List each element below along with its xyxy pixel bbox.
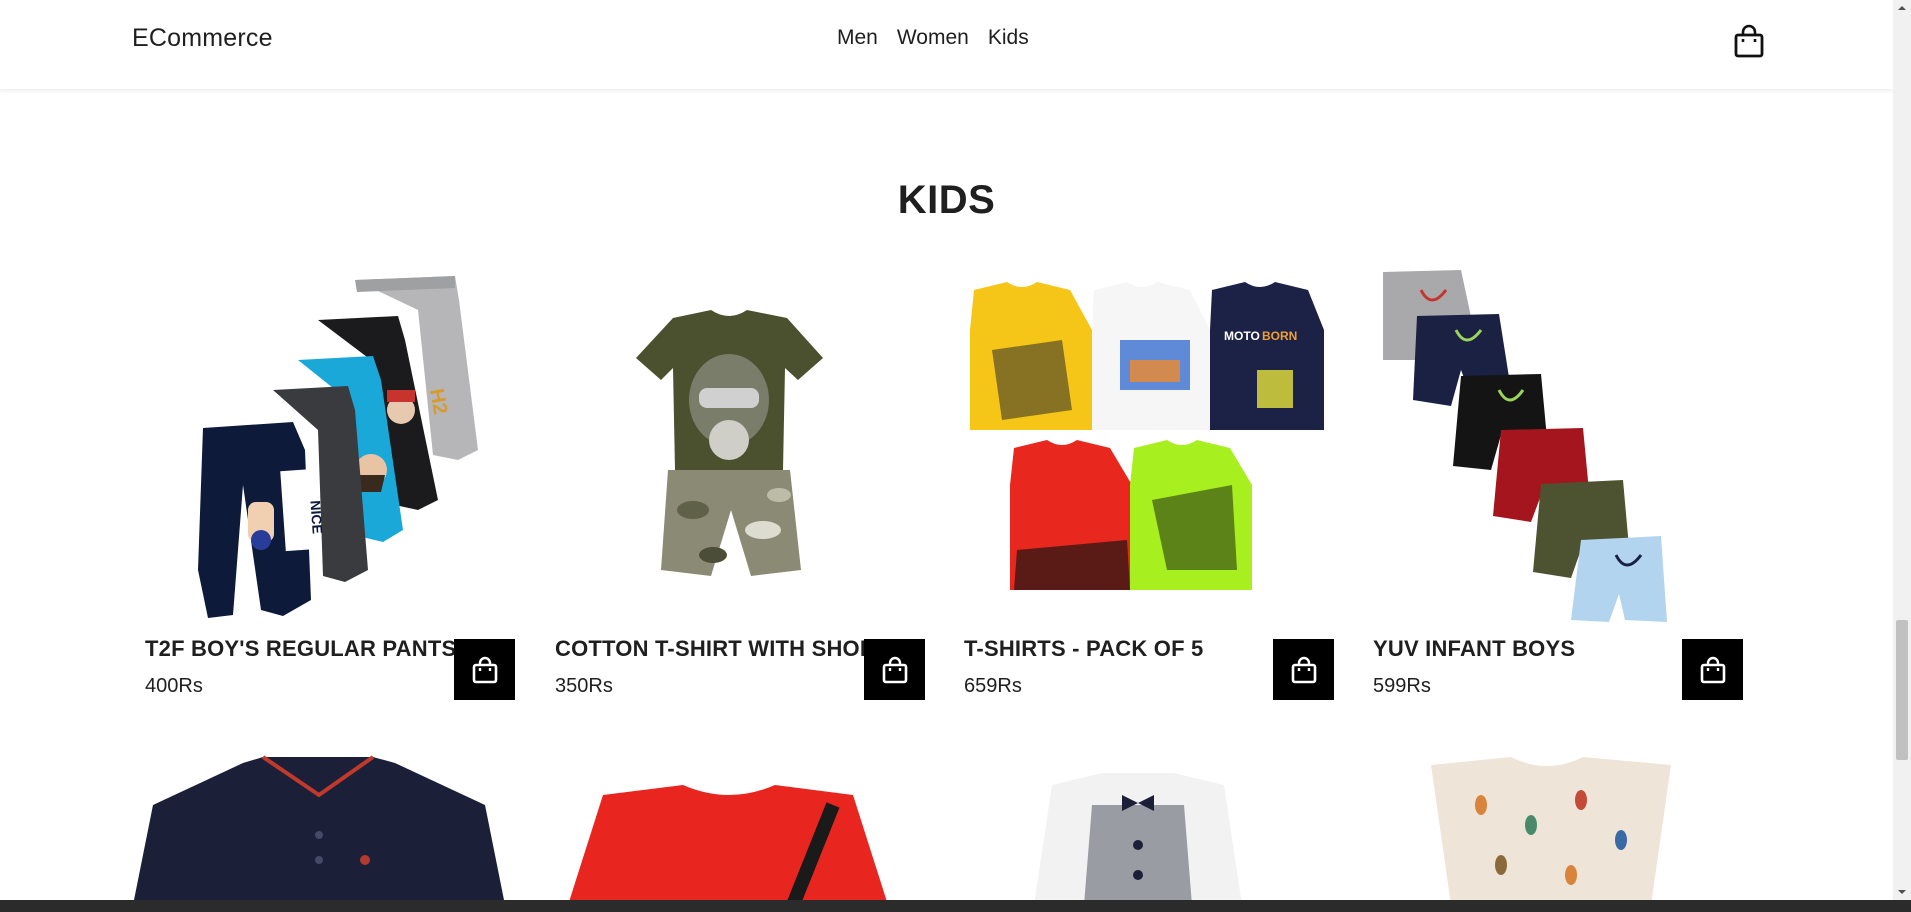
add-to-cart-button[interactable]: [1273, 639, 1334, 700]
svg-text:MOTO: MOTO: [1224, 329, 1260, 343]
site-header: ECommerce Men Women Kids: [0, 0, 1893, 89]
section-title: KIDS: [897, 178, 996, 222]
scrollbar-thumb[interactable]: [1896, 620, 1908, 760]
nav-link-women[interactable]: Women: [897, 26, 969, 50]
scroll-up-icon[interactable]: [1893, 0, 1911, 16]
product-image[interactable]: [1361, 270, 1733, 622]
product-image[interactable]: [543, 270, 915, 622]
product-price: 350Rs: [555, 675, 613, 697]
page: ECommerce Men Women Kids KIDS H2 NICE T2…: [0, 0, 1893, 900]
product-image[interactable]: [543, 745, 915, 900]
cart-button[interactable]: [1733, 24, 1765, 58]
brand-logo[interactable]: ECommerce: [132, 24, 273, 53]
product-image[interactable]: H2 NICE: [133, 270, 505, 622]
product-card[interactable]: H2 NICE T2F BOY'S REGULAR PANTS 400Rs: [133, 270, 515, 710]
shopping-bag-icon: [882, 656, 907, 683]
product-image[interactable]: [952, 745, 1324, 900]
svg-text:H2: H2: [425, 387, 451, 416]
product-card[interactable]: [1361, 745, 1733, 900]
nav-link-kids[interactable]: Kids: [988, 26, 1029, 50]
product-card[interactable]: COTTON T-SHIRT WITH SHORTS 350Rs: [543, 270, 925, 710]
shopping-bag-icon: [1291, 656, 1316, 683]
product-name[interactable]: T-SHIRTS - PACK OF 5: [964, 636, 1204, 662]
product-image[interactable]: MOTO BORN: [952, 270, 1324, 622]
product-price: 599Rs: [1373, 675, 1431, 697]
product-price: 400Rs: [145, 675, 203, 697]
svg-text:NICE: NICE: [307, 500, 325, 534]
taskbar: [0, 900, 1911, 912]
shopping-bag-icon: [472, 656, 497, 683]
product-card[interactable]: [543, 745, 915, 900]
product-card[interactable]: [952, 745, 1324, 900]
product-name[interactable]: YUV INFANT BOYS: [1373, 636, 1575, 662]
product-card[interactable]: YUV INFANT BOYS 599Rs: [1361, 270, 1743, 710]
product-price: 659Rs: [964, 675, 1022, 697]
shopping-bag-icon: [1700, 656, 1725, 683]
product-image[interactable]: [1361, 745, 1733, 900]
vertical-scrollbar[interactable]: [1893, 0, 1911, 900]
product-name[interactable]: COTTON T-SHIRT WITH SHORTS: [555, 636, 904, 662]
svg-text:BORN: BORN: [1262, 329, 1297, 343]
add-to-cart-button[interactable]: [864, 639, 925, 700]
product-card[interactable]: MOTO BORN T-SHIRTS - PACK OF 5 659Rs: [952, 270, 1334, 710]
nav-link-men[interactable]: Men: [837, 26, 878, 50]
product-image[interactable]: [133, 745, 505, 900]
scroll-down-icon[interactable]: [1893, 884, 1911, 900]
product-card[interactable]: [133, 745, 505, 900]
product-name[interactable]: T2F BOY'S REGULAR PANTS: [145, 636, 456, 662]
shopping-bag-icon: [1734, 24, 1764, 58]
main-nav: Men Women Kids: [837, 26, 1029, 50]
add-to-cart-button[interactable]: [454, 639, 515, 700]
add-to-cart-button[interactable]: [1682, 639, 1743, 700]
